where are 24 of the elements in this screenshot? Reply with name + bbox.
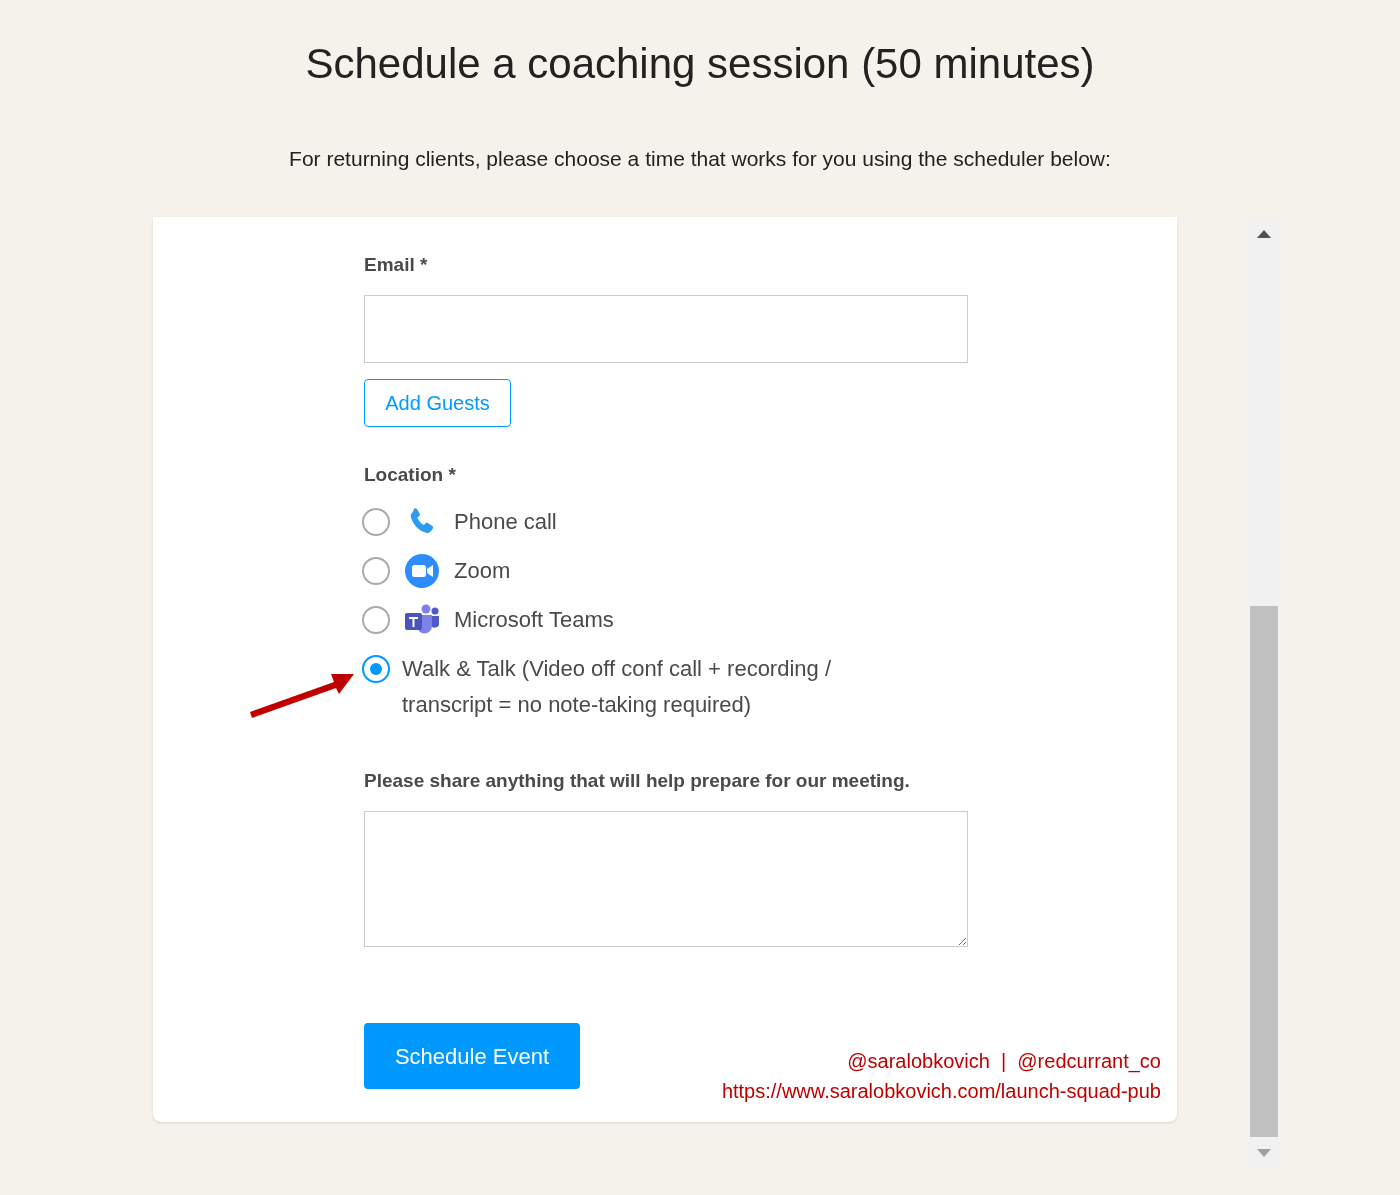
credit-link[interactable]: https://www.saralobkovich.com/launch-squad-pub [721, 1075, 1161, 1106]
field-label: Email * [364, 252, 429, 277]
scroll-down-icon[interactable] [1257, 1148, 1271, 1157]
field-label: Please share anything that will help prepare for our meeting. [364, 768, 911, 793]
option-label: Phone call [454, 507, 558, 536]
radio-button[interactable] [362, 654, 390, 683]
option-label: Walk & Talk (Video off conf call + recording / transcript = no note-taking required) [402, 654, 832, 719]
teams-icon [404, 603, 440, 636]
add-guests-button[interactable]: Add Guests [364, 379, 511, 427]
intro-text: For returning clients, please choose a time that works for you using the scheduler below: [289, 146, 1111, 172]
page-title: Schedule a coaching session (50 minutes) [305, 39, 1095, 89]
scroll-up-icon[interactable] [1257, 229, 1271, 238]
field-label: Location * [364, 463, 457, 487]
radio-button[interactable] [362, 605, 390, 634]
radio-button[interactable] [362, 507, 390, 536]
option-label: Zoom [454, 556, 512, 585]
notes-field[interactable] [364, 811, 968, 947]
schedule-event-button[interactable]: Schedule Event [364, 1023, 580, 1089]
video-camera-icon [405, 553, 439, 588]
email-field[interactable] [364, 295, 968, 363]
option-label: Microsoft Teams [454, 605, 615, 634]
radio-button[interactable] [362, 556, 390, 585]
credit-handles: @saralobkovich | @redcurrant_co [847, 1048, 1161, 1075]
scrollbar[interactable] [1250, 216, 1278, 1167]
